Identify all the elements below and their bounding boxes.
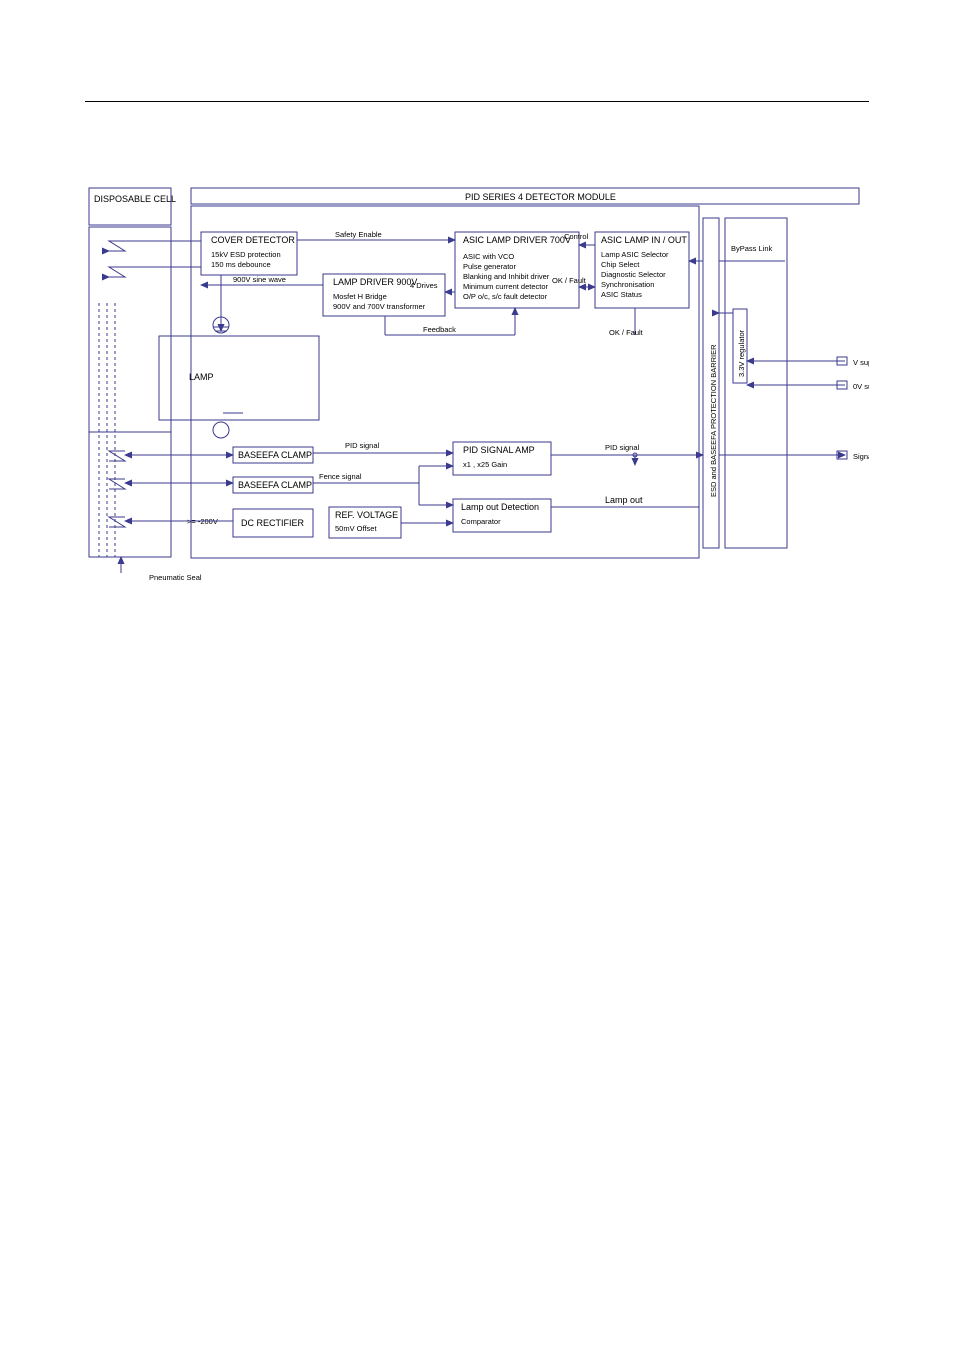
- baseefa-clamp-1-label: BASEEFA CLAMP: [238, 450, 312, 460]
- asic-lamp-inout-l1: Lamp ASIC Selector: [601, 250, 669, 259]
- bypass-link-label: ByPass Link: [731, 244, 773, 253]
- asic-lamp-driver-l3: Blanking and Inhibit driver: [463, 272, 550, 281]
- block-diagram: DISPOSABLE CELL PID SERIES 4 DETECTOR MO…: [85, 185, 869, 605]
- regulator-label: 3.3V regulator: [737, 329, 746, 377]
- fence-signal-label: Fence signal: [319, 472, 362, 481]
- cover-detector-l1: 15kV ESD protection: [211, 250, 281, 259]
- ref-voltage-l1: 50mV Offset: [335, 524, 377, 533]
- cover-detector-l2: 150 ms debounce: [211, 260, 271, 269]
- okfault1-label: OK / Fault: [552, 276, 587, 285]
- asic-lamp-inout-l5: ASIC Status: [601, 290, 642, 299]
- control-label: Control: [564, 232, 589, 241]
- four-drives-label: 4 Drives: [410, 281, 438, 290]
- sine-wave-label: 900V sine wave: [233, 275, 286, 284]
- asic-lamp-driver-l2: Pulse generator: [463, 262, 516, 271]
- header-rule: [85, 101, 869, 102]
- asic-lamp-inout-l2: Chip Select: [601, 260, 640, 269]
- cover-detector-title: COVER DETECTOR: [211, 235, 295, 245]
- dc-rectifier-label: DC RECTIFIER: [241, 518, 305, 528]
- feedback-label: Feedback: [423, 325, 456, 334]
- pid-signal-amp-l1: x1 , x25 Gain: [463, 460, 507, 469]
- baseefa-clamp-2-label: BASEEFA CLAMP: [238, 480, 312, 490]
- esd-barrier-label: ESD and BASEEFA PROTECTION BARRIER: [709, 344, 718, 497]
- disposable-cell-title: DISPOSABLE CELL: [94, 194, 176, 204]
- pid-signal-amp-title: PID SIGNAL AMP: [463, 445, 535, 455]
- asic-lamp-driver-title: ASIC LAMP DRIVER 700V: [463, 235, 571, 245]
- asic-lamp-driver-l1: ASIC with VCO: [463, 252, 514, 261]
- asic-lamp-inout-l4: Synchronisation: [601, 280, 654, 289]
- lamp-box: [159, 336, 319, 420]
- pid-signal-left-label: PID signal: [345, 441, 380, 450]
- okfault2-label: OK / Fault: [609, 328, 644, 337]
- lamp-circle-bot: [213, 422, 229, 438]
- asic-lamp-inout-l3: Diagnostic Selector: [601, 270, 666, 279]
- ref-voltage-title: REF. VOLTAGE: [335, 510, 398, 520]
- lamp-driver-l1: Mosfet H Bridge: [333, 292, 387, 301]
- lamp-driver-title: LAMP DRIVER 900V: [333, 277, 417, 287]
- pid-signal-right-label: PID signal: [605, 443, 640, 452]
- asic-lamp-driver-l4: Minimum current detector: [463, 282, 549, 291]
- lamp-out-detection-title: Lamp out Detection: [461, 502, 539, 512]
- lamp-out-detection-l1: Comparator: [461, 517, 501, 526]
- lamp-driver-l2: 900V and 700V transformer: [333, 302, 426, 311]
- pneumatic-seal-label: Pneumatic Seal: [149, 573, 202, 582]
- detector-title: PID SERIES 4 DETECTOR MODULE: [465, 192, 616, 202]
- safety-enable-label: Safety Enable: [335, 230, 382, 239]
- disposable-lower-box: [89, 432, 171, 557]
- asic-lamp-driver-l5: O/P o/c, s/c fault detector: [463, 292, 548, 301]
- asic-lamp-inout-title: ASIC LAMP IN / OUT: [601, 235, 687, 245]
- ov-supply-label: 0V supply: [853, 382, 869, 391]
- lamp-out-label: Lamp out: [605, 495, 643, 505]
- v-supply-label: V supply: [853, 358, 869, 367]
- lamp-title: LAMP: [189, 372, 214, 382]
- signal-label: Signal: [853, 452, 869, 461]
